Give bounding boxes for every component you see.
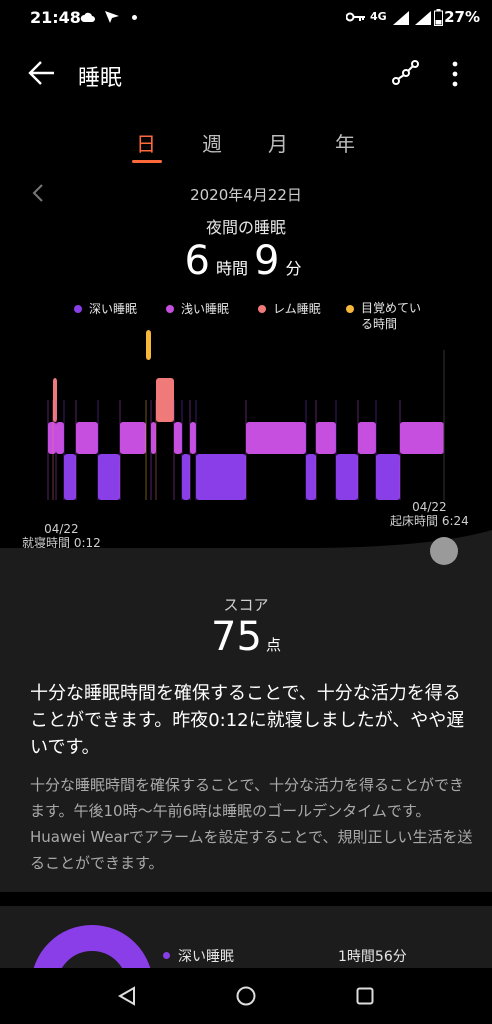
legend-rem: レム睡眠: [258, 300, 321, 317]
key-icon: [346, 12, 365, 22]
share-icon[interactable]: [392, 60, 420, 86]
send-icon: [105, 11, 119, 23]
sleep-segment: [56, 422, 64, 454]
sleep-segment: [76, 422, 98, 454]
card-curve: [0, 530, 492, 554]
sleep-segment: [246, 422, 306, 454]
sleep-segment: [151, 422, 156, 454]
nav-home-icon[interactable]: [236, 986, 256, 1006]
summary-deep-value: 1時間56分: [338, 949, 407, 965]
sleep-segment: [306, 454, 316, 500]
status-bar: 21:48 4G 27%: [0, 0, 492, 38]
legend-light: 浅い睡眠: [166, 300, 229, 317]
sleep-end-label: 起床時間 6:24: [390, 514, 469, 528]
advice-sub-text: 十分な睡眠時間を確保することで、十分な活力を得ることができます。午後10時〜午前…: [30, 776, 473, 872]
sleep-segment: [98, 454, 120, 500]
legend-deep: 深い睡眠: [74, 300, 137, 317]
sleep-segment: [146, 330, 151, 360]
dot-icon: [132, 15, 137, 20]
cloud-icon: [80, 12, 95, 22]
legend-awake-dot: [346, 305, 354, 313]
sleep-segment: [182, 454, 190, 500]
sleep-segment: [64, 454, 76, 500]
battery-percent: 27%: [444, 8, 480, 26]
sleep-end-time: 04/22 起床時間 6:24: [390, 500, 469, 528]
score-label: スコア: [223, 596, 269, 614]
sleep-segment: [190, 422, 196, 454]
sleep-segment: [174, 422, 182, 454]
tab-day[interactable]: 日: [126, 128, 166, 157]
battery-icon: [434, 9, 443, 26]
summary-deep-dot: [163, 952, 170, 959]
tab-year[interactable]: 年: [325, 128, 365, 157]
duration-minutes-unit: 分: [285, 259, 302, 278]
network-type: 4G: [370, 10, 387, 23]
legend-awake-label: 目覚めている時間: [361, 301, 422, 331]
scroll-handle[interactable]: [430, 537, 458, 565]
sleep-type-label: 夜間の睡眠: [205, 218, 286, 237]
score-value-group: 75 点: [0, 614, 492, 660]
legend-light-dot: [166, 305, 174, 313]
page-title: 睡眠: [78, 66, 123, 91]
sleep-segment: [376, 454, 400, 500]
legend-deep-dot: [74, 305, 82, 313]
signal-icon-2: [415, 11, 431, 25]
nav-recents-icon[interactable]: [356, 987, 374, 1005]
legend-light-label: 浅い睡眠: [181, 302, 230, 316]
duration-hours: 6: [184, 238, 210, 284]
legend-rem-dot: [258, 305, 266, 313]
sleep-segment: [336, 454, 358, 500]
summary-deep-label: 深い睡眠: [178, 949, 234, 965]
nav-back-icon[interactable]: [118, 986, 136, 1006]
duration-hours-unit: 時間: [215, 259, 248, 278]
sleep-end-date: 04/22: [412, 500, 447, 514]
tab-month[interactable]: 月: [258, 128, 298, 157]
sleep-segment: [358, 422, 376, 454]
score-value: 75: [211, 614, 262, 660]
status-time: 21:48: [30, 8, 81, 27]
legend-rem-label: レム睡眠: [273, 302, 321, 316]
tab-week[interactable]: 週: [192, 128, 232, 157]
advice-main-text: 十分な睡眠時間を確保することで、十分な活力を得ることができます。昨夜0:12に就…: [30, 683, 465, 758]
duration-minutes: 9: [254, 238, 280, 284]
sleep-segment: [48, 422, 56, 454]
sleep-donut-chart: [32, 925, 152, 974]
more-options-icon[interactable]: [450, 60, 460, 88]
sleep-segment: [120, 422, 146, 454]
score-unit: 点: [265, 636, 281, 654]
sleep-segment: [156, 378, 174, 422]
signal-icon: [393, 11, 409, 25]
back-arrow-icon[interactable]: [28, 60, 56, 86]
sleep-segment: [196, 454, 246, 500]
sleep-segment: [400, 422, 444, 454]
tab-active-indicator: [132, 160, 162, 163]
legend-deep-label: 深い睡眠: [89, 302, 138, 316]
sleep-segment: [316, 422, 336, 454]
legend-awake: 目覚めている時間: [346, 300, 430, 332]
system-nav-bar: [0, 968, 492, 1024]
sleep-duration: 6 時間 9 分: [0, 238, 492, 284]
date-label: 2020年4月22日: [190, 186, 302, 204]
